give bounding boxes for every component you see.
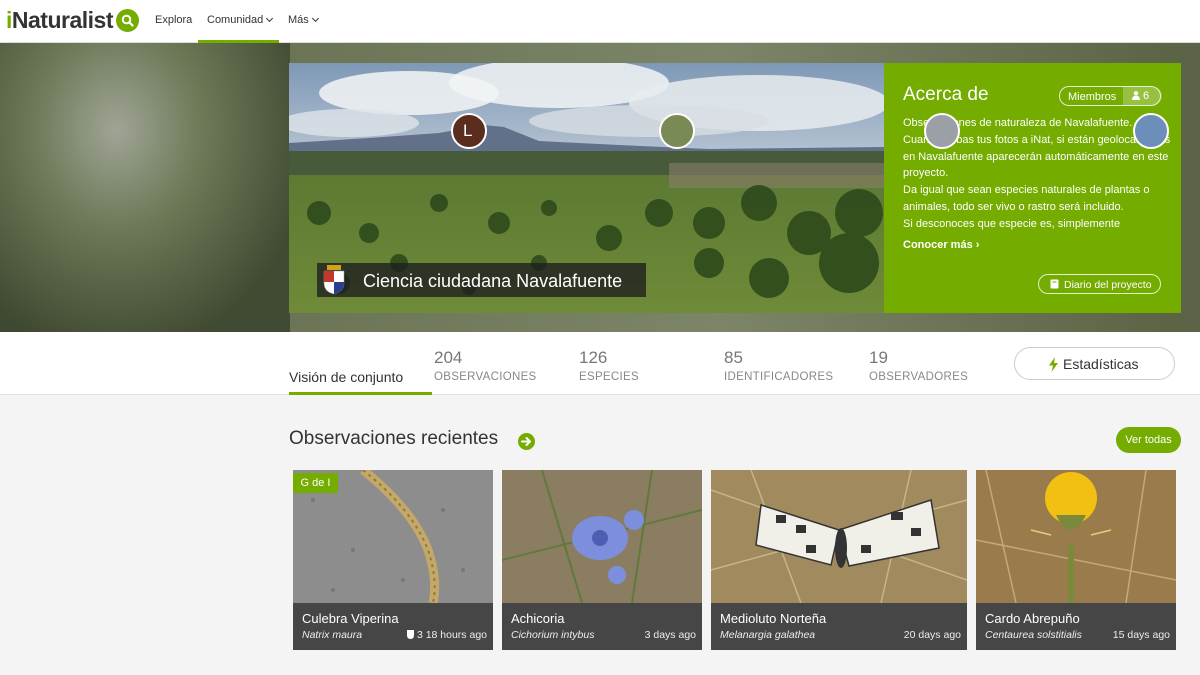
- common-name: Cardo Abrepuño: [985, 611, 1080, 626]
- stat-observations[interactable]: 204 OBSERVACIONES: [434, 348, 537, 383]
- scientific-name: Melanargia galathea: [720, 629, 816, 641]
- arrow-right-icon[interactable]: [518, 433, 535, 450]
- nav-more[interactable]: Más: [288, 14, 319, 26]
- common-name: Culebra Viperina: [302, 611, 399, 626]
- view-all-button[interactable]: Ver todas: [1116, 427, 1181, 453]
- book-icon: [1050, 279, 1059, 289]
- lightning-icon: [1049, 357, 1058, 372]
- user-icon: [1132, 91, 1140, 100]
- avatar[interactable]: [659, 113, 695, 149]
- scientific-name: Centaurea solstitialis: [985, 629, 1082, 641]
- observation-card[interactable]: Medioluto Norteña Melanargia galathea 20…: [711, 470, 967, 650]
- nav-explore[interactable]: Explora: [155, 14, 192, 26]
- project-journal-button[interactable]: Diario del proyecto: [1038, 274, 1161, 294]
- stats-bar: Visión de conjunto 204 OBSERVACIONES 126 E…: [0, 332, 1200, 395]
- recent-observations-title: Observaciones recientes: [289, 428, 499, 449]
- common-name: Achicoria: [511, 611, 565, 626]
- stat-identifiers[interactable]: 85 IDENTIFICADORES: [724, 348, 833, 383]
- observation-time: 15 days ago: [1112, 629, 1170, 641]
- learn-more-link[interactable]: Conocer más ›: [903, 239, 979, 251]
- about-panel: Acerca de Miembros 6 Observaciones de na…: [884, 63, 1181, 313]
- scientific-name: Natrix maura: [302, 629, 363, 641]
- about-title: Acerca de: [903, 84, 989, 105]
- observation-time: 3 18 hours ago: [407, 629, 487, 641]
- blurred-background: [1180, 43, 1200, 332]
- observation-time: 20 days ago: [903, 629, 961, 641]
- inaturalist-logo[interactable]: iNaturalist: [6, 7, 113, 34]
- members-count: 6: [1143, 90, 1150, 102]
- observation-card[interactable]: Cardo Abrepuño Centaurea solstitialis 15…: [976, 470, 1176, 650]
- research-grade-badge: G de I: [293, 473, 338, 493]
- avatar[interactable]: L: [451, 113, 487, 149]
- search-icon[interactable]: [116, 9, 139, 32]
- observation-photo[interactable]: [976, 470, 1176, 604]
- observation-photo[interactable]: [502, 470, 702, 604]
- stat-observers[interactable]: 19 OBSERVADORES: [869, 348, 968, 383]
- statistics-button[interactable]: Estadísticas: [1014, 347, 1175, 380]
- members-button[interactable]: Miembros 6: [1059, 86, 1162, 106]
- project-crest-icon: [322, 265, 346, 295]
- avatar[interactable]: [924, 113, 960, 149]
- observation-photo[interactable]: [711, 470, 967, 604]
- scientific-name: Cichorium intybus: [511, 629, 595, 641]
- chevron-down-icon: [311, 14, 319, 23]
- blurred-background: [0, 43, 290, 332]
- tab-overview[interactable]: Visión de conjunto: [289, 369, 403, 385]
- observation-time: 3 days ago: [644, 629, 696, 641]
- stat-species[interactable]: 126 ESPECIES: [579, 348, 639, 383]
- observation-card[interactable]: Achicoria Cichorium intybus 3 days ago: [502, 470, 702, 650]
- project-title: Ciencia ciudadana Navalafuente: [363, 271, 623, 291]
- common-name: Medioluto Norteña: [720, 611, 827, 626]
- id-count-icon: [407, 630, 415, 639]
- tab-active-indicator: [289, 392, 432, 395]
- observation-card[interactable]: Culebra Viperina Natrix maura 3 18 hours…: [293, 470, 493, 650]
- avatar[interactable]: [1133, 113, 1169, 149]
- top-nav: iNaturalist Explora Comunidad Más: [0, 0, 1200, 43]
- chevron-down-icon: [266, 14, 274, 23]
- nav-community[interactable]: Comunidad: [207, 14, 274, 26]
